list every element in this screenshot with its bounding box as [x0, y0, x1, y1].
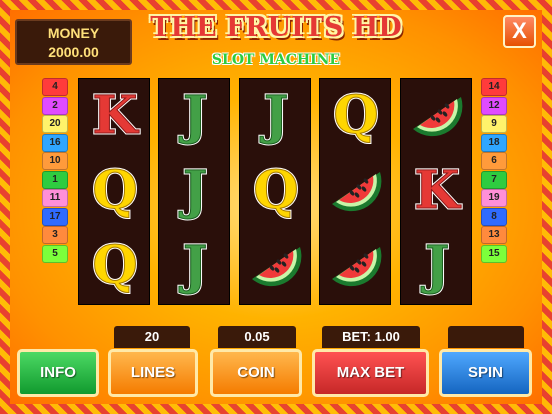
payline-indicator: 9	[481, 115, 507, 133]
payline-indicator: 1	[42, 170, 68, 189]
jack-symbol: J J	[163, 83, 227, 148]
svg-text:Q: Q	[253, 160, 298, 221]
reel: Q Q	[319, 78, 391, 305]
svg-text:Q: Q	[92, 160, 137, 221]
svg-text:K: K	[414, 160, 461, 221]
payline-indicator: 15	[481, 244, 507, 263]
payline-indicator: 20	[42, 115, 68, 133]
payline-indicator: 10	[42, 152, 68, 170]
svg-text:J: J	[179, 160, 208, 221]
bet-value: BET: 1.00	[322, 326, 420, 348]
king-symbol: K K	[405, 158, 469, 223]
jack-symbol: J J	[244, 83, 308, 148]
payline-indicator: 18	[481, 133, 507, 152]
svg-text:Q: Q	[92, 235, 137, 296]
payline-indicator: 16	[42, 133, 68, 152]
watermelon-symbol	[244, 233, 308, 297]
payline-indicator: 4	[42, 78, 68, 96]
svg-text:J: J	[179, 235, 208, 296]
queen-symbol: Q Q	[244, 158, 308, 223]
payline-indicator: 5	[42, 244, 68, 263]
info-button[interactable]: INFO	[17, 349, 99, 397]
jack-symbol: J J	[163, 233, 227, 298]
game-subtitle: SLOT MACHINE	[211, 52, 341, 68]
reel: K K Q Q Q Q	[78, 78, 150, 305]
max-bet-button[interactable]: MAX BET	[312, 349, 429, 397]
payline-indicator: 14	[481, 78, 507, 96]
spin-button[interactable]: SPIN	[439, 349, 532, 397]
payline-indicator: 8	[481, 207, 507, 226]
coin-button[interactable]: COIN	[210, 349, 302, 397]
payline-indicators-right: 14 12 9 18 6 7 19 8 13 15	[481, 78, 507, 263]
reel: J J J J J J	[158, 78, 230, 305]
payline-indicators-left: 4 2 20 16 10 1 11 17 3 5	[42, 78, 68, 263]
payline-indicator: 17	[42, 207, 68, 226]
svg-text:J: J	[179, 85, 208, 146]
game-screen: MONEY 2000.00 THE FRUITS HD SLOT MACHINE…	[0, 0, 552, 414]
watermelon-symbol	[324, 233, 388, 297]
queen-symbol: Q Q	[83, 233, 147, 298]
queen-symbol: Q Q	[324, 83, 388, 148]
reel: J J Q Q	[239, 78, 311, 305]
payline-indicator: 12	[481, 96, 507, 115]
payline-indicator: 11	[42, 189, 68, 207]
svg-text:K: K	[92, 85, 139, 146]
payline-indicator: 19	[481, 189, 507, 207]
payline-indicator: 2	[42, 96, 68, 115]
queen-symbol: Q Q	[83, 158, 147, 223]
jack-symbol: J J	[405, 233, 469, 298]
coin-value: 0.05	[218, 326, 296, 348]
watermelon-symbol	[405, 83, 469, 147]
jack-symbol: J J	[163, 158, 227, 223]
lines-value: 20	[114, 326, 190, 348]
spin-value	[448, 326, 524, 348]
payline-indicator: 6	[481, 152, 507, 170]
svg-text:J: J	[421, 235, 450, 296]
close-button[interactable]: X	[503, 15, 536, 48]
payline-indicator: 3	[42, 226, 68, 244]
lines-button[interactable]: LINES	[108, 349, 198, 397]
svg-text:J: J	[260, 85, 289, 146]
payline-indicator: 7	[481, 170, 507, 189]
king-symbol: K K	[83, 83, 147, 148]
payline-indicator: 13	[481, 226, 507, 244]
watermelon-symbol	[324, 158, 388, 222]
svg-text:Q: Q	[333, 85, 378, 146]
game-title: THE FRUITS HD	[150, 12, 402, 43]
reel: K K J J	[400, 78, 472, 305]
